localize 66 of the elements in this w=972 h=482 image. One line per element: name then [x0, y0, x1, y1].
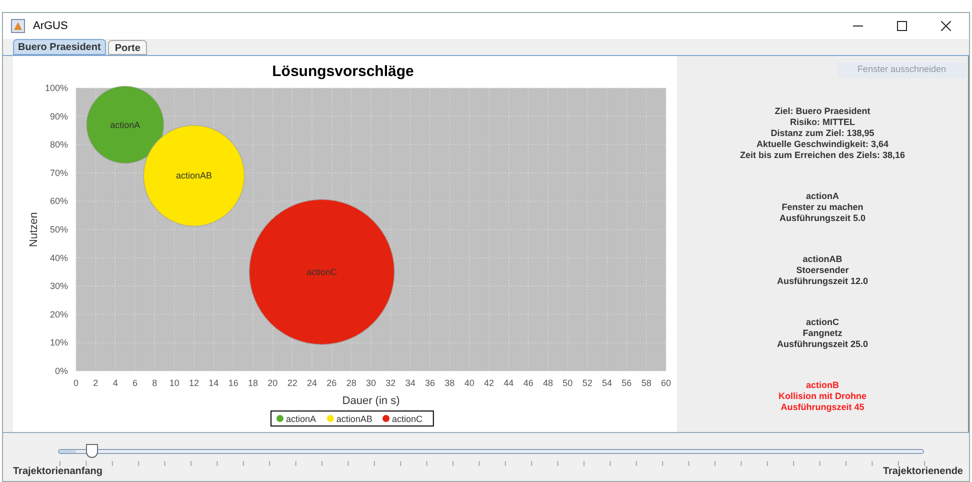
bubble-label: actionA — [110, 120, 140, 130]
y-tick-label: 80% — [50, 140, 68, 150]
close-icon[interactable] — [941, 21, 951, 31]
slider-start-label: Trajektorienanfang — [13, 466, 102, 478]
x-tick-label: 14 — [208, 378, 219, 388]
bubble-label: actionAB — [176, 170, 212, 181]
x-tick-label: 12 — [189, 378, 199, 388]
x-tick-label: 18 — [248, 378, 258, 388]
x-tick-label: 34 — [405, 378, 416, 388]
x-tick-label: 28 — [346, 378, 356, 388]
y-tick-label: 70% — [50, 168, 68, 178]
slider-thumb[interactable] — [86, 444, 98, 458]
x-tick-label: 22 — [287, 378, 298, 388]
x-tick-label: 16 — [228, 378, 238, 388]
info-text: actionAB Stoersender Ausführungszeit 12.0 — [776, 254, 868, 287]
window-title: ArGUS — [33, 18, 68, 34]
info-text: actionA Fenster zu machen Ausführungszeit 5.0 — [779, 191, 866, 224]
maximize-icon[interactable] — [897, 21, 907, 31]
y-tick-label: 90% — [50, 111, 68, 122]
x-tick-label: 32 — [386, 378, 396, 388]
x-tick-label: 60 — [661, 378, 671, 388]
x-tick-label: 54 — [602, 378, 612, 388]
y-tick-label: 50% — [50, 224, 68, 234]
x-tick-label: 50 — [562, 378, 573, 388]
x-tick-label: 48 — [543, 378, 553, 388]
x-tick-label: 30 — [366, 378, 376, 388]
y-axis-title: Nutzen — [28, 212, 40, 247]
bubble-label: actionC — [306, 266, 338, 277]
x-tick-label: 8 — [152, 378, 158, 388]
y-tick-label: 30% — [50, 281, 68, 292]
x-tick-label: 56 — [622, 378, 632, 388]
x-tick-label: 26 — [326, 378, 337, 388]
x-tick-label: 36 — [425, 378, 435, 388]
tab[interactable]: Porte — [108, 40, 148, 55]
x-tick-label: 10 — [169, 378, 180, 388]
x-tick-label: 2 — [93, 378, 98, 388]
x-tick-label: 46 — [523, 378, 534, 388]
y-tick-label: 0% — [54, 366, 68, 376]
x-tick-label: 6 — [132, 378, 138, 388]
info-text: Ziel: Buero Praesident Risiko: MITTEL Distanz zum Ziel: 138,95 Aktuelle Geschwindigkeit: 3,64 Zeit bis zum Erreichen des Ziels: 38,16 — [740, 106, 906, 161]
x-tick-label: 4 — [112, 378, 118, 388]
slider-track[interactable] — [58, 449, 924, 454]
y-tick-label: 40% — [50, 252, 68, 263]
x-tick-label: 42 — [484, 378, 494, 388]
y-tick-label: 20% — [50, 309, 68, 320]
info-text: actionC Fangnetz Ausführungszeit 25.0 — [776, 317, 868, 350]
legend-label: actionA — [286, 414, 316, 424]
y-tick-label: 100% — [44, 83, 68, 93]
x-tick-label: 44 — [504, 378, 514, 388]
x-tick-label: 0 — [74, 378, 78, 388]
x-axis-title: Dauer (in s) — [342, 395, 400, 407]
x-tick-label: 52 — [582, 378, 592, 388]
chart-title: Lösungsvorschläge — [272, 63, 414, 80]
x-tick-label: 24 — [307, 378, 317, 388]
app-icon — [11, 19, 25, 33]
x-tick-label: 20 — [268, 378, 278, 388]
y-tick-label: 10% — [50, 338, 68, 348]
legend-label: actionAB — [336, 414, 372, 424]
info-text: actionB Kollision mit Drohne Ausführungszeit 45 — [778, 380, 866, 413]
x-tick-label: 40 — [464, 378, 474, 388]
x-tick-label: 38 — [444, 378, 455, 388]
slider-end-label: Trajektorienende — [882, 466, 963, 478]
y-tick-label: 60% — [50, 196, 68, 206]
tab[interactable]: Buero Praesident — [13, 39, 106, 55]
x-tick-label: 58 — [641, 378, 652, 388]
legend-label: actionC — [392, 414, 423, 424]
